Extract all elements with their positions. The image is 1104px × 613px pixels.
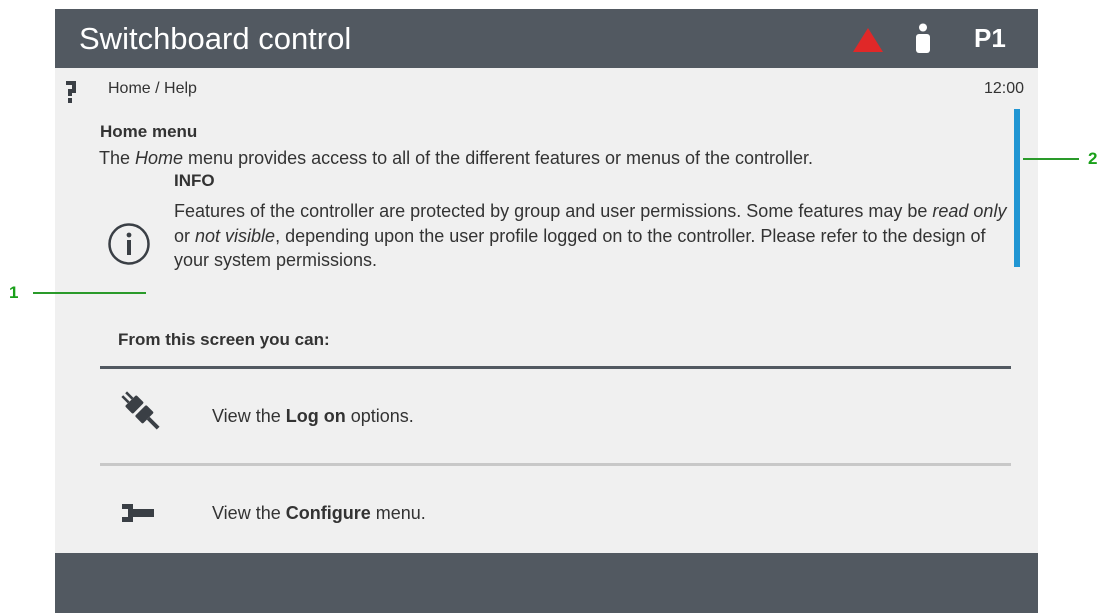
subheading: From this screen you can:	[118, 330, 330, 349]
controller-screen: Switchboard control P1 Home / Help 12:00…	[55, 9, 1038, 613]
info-icon	[108, 223, 150, 265]
user-icon[interactable]	[916, 23, 930, 53]
title-bar: Switchboard control P1	[55, 9, 1038, 68]
breadcrumb[interactable]: Home / Help	[108, 80, 197, 98]
divider	[100, 366, 1011, 369]
footer-bar	[55, 553, 1038, 613]
callout-1-line	[33, 292, 146, 294]
intro-text: The Home menu provides access to all of …	[99, 148, 814, 168]
profile-label[interactable]: P1	[974, 23, 1006, 54]
callout-2: 2	[1088, 149, 1098, 168]
alarm-triangle-icon[interactable]	[852, 27, 884, 53]
configure-menu-row[interactable]: View the Configure menu.	[100, 484, 1011, 544]
screen-title: Switchboard control	[79, 21, 352, 56]
plug-icon	[121, 391, 160, 430]
wrench-icon	[122, 504, 154, 522]
scrollbar[interactable]	[1014, 109, 1020, 267]
callout-1: 1	[9, 283, 19, 302]
callout-2-line	[1023, 158, 1079, 160]
clock: 12:00	[983, 80, 1024, 97]
help-icon[interactable]	[66, 81, 76, 103]
section-title: Home menu	[100, 122, 198, 141]
log-on-option-text: View the Log on options.	[212, 406, 414, 426]
info-title: INFO	[174, 171, 215, 190]
row-divider	[100, 463, 1011, 466]
log-on-option-row[interactable]: View the Log on options.	[100, 387, 1011, 447]
info-body: Features of the controller are protected…	[174, 201, 1007, 270]
configure-menu-text: View the Configure menu.	[212, 503, 426, 523]
